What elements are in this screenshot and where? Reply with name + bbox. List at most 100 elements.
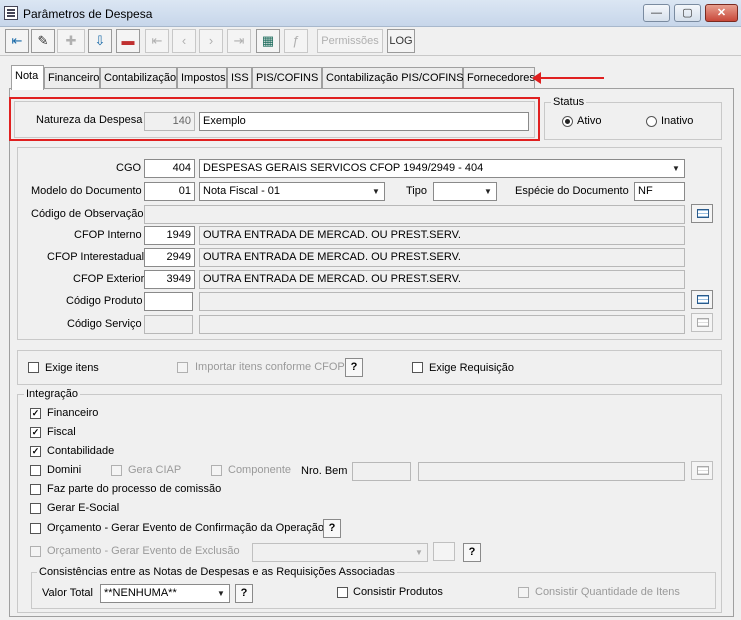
previous-record-icon[interactable]: ‹: [172, 29, 196, 53]
edit-icon[interactable]: ✎: [31, 29, 55, 53]
tab-contabilizacao-pis-cofins[interactable]: Contabilização PIS/COFINS: [322, 67, 464, 89]
especie-label: Espécie do Documento: [515, 185, 629, 197]
tab-impostos[interactable]: Impostos: [177, 67, 227, 89]
importar-itens-help-button[interactable]: ?: [345, 358, 363, 377]
especie-field[interactable]: NF: [634, 182, 685, 201]
next-record-icon[interactable]: ›: [199, 29, 223, 53]
add-icon[interactable]: ✚: [57, 29, 85, 53]
list-icon: [697, 466, 709, 475]
tab-fornecedores[interactable]: Fornecedores: [463, 67, 535, 89]
gera-ciap-label: Gera CIAP: [128, 464, 182, 476]
orcamento-exclusao-checkbox[interactable]: [30, 546, 41, 557]
importar-itens-checkbox[interactable]: [177, 362, 188, 373]
orcamento-exclusao-lookup-button[interactable]: [433, 542, 455, 561]
codigo-produto-label: Código Produto: [66, 295, 143, 307]
tab-pis-cofins[interactable]: PIS/COFINS: [252, 67, 322, 89]
permissoes-button[interactable]: Permissões: [317, 29, 383, 53]
esocial-checkbox[interactable]: [30, 503, 41, 514]
log-button[interactable]: LOG: [387, 29, 415, 53]
produto-lookup-button[interactable]: [691, 290, 713, 309]
observacao-label: Código de Observação: [31, 208, 144, 220]
cfop-exterior-code-field[interactable]: 3949: [144, 270, 195, 289]
orcamento-confirmacao-checkbox[interactable]: [30, 523, 41, 534]
save-icon[interactable]: ⇩: [88, 29, 112, 53]
modelo-select[interactable]: Nota Fiscal - 01 ▼: [199, 182, 385, 201]
cfop-exterior-label: CFOP Exterior: [73, 273, 145, 285]
tab-contabilizacao[interactable]: Contabilização: [100, 67, 177, 89]
minimize-button[interactable]: —: [643, 4, 670, 22]
orcamento-exclusao-label: Orçamento - Gerar Evento de Exclusão: [47, 545, 240, 557]
financeiro-label: Financeiro: [47, 407, 99, 419]
consistir-produtos-checkbox[interactable]: [337, 587, 348, 598]
exige-requisicao-label: Exige Requisição: [429, 362, 514, 374]
importar-itens-label: Importar itens conforme CFOP: [195, 361, 345, 373]
status-ativo-radio[interactable]: [562, 116, 573, 127]
esocial-label: Gerar E-Social: [47, 502, 120, 514]
window-title: Parâmetros de Despesa: [23, 7, 153, 21]
gera-ciap-checkbox[interactable]: [111, 465, 122, 476]
valor-total-select[interactable]: **NENHUMA** ▼: [100, 584, 230, 603]
codigo-servico-code-field[interactable]: [144, 315, 193, 334]
options-panel: [17, 350, 722, 385]
fiscal-checkbox[interactable]: ✓: [30, 427, 41, 438]
tab-financeiro[interactable]: Financeiro: [44, 67, 100, 89]
observacao-lookup-button[interactable]: [691, 204, 713, 223]
nro-bem-label: Nro. Bem: [301, 465, 348, 477]
status-inativo-radio[interactable]: [646, 116, 657, 127]
nro-bem-field[interactable]: [352, 462, 411, 481]
annotation-arrow: [532, 72, 604, 84]
cfop-interestadual-code-field[interactable]: 2949: [144, 248, 195, 267]
contabilidade-checkbox[interactable]: ✓: [30, 446, 41, 457]
status-ativo-label: Ativo: [577, 115, 602, 127]
codigo-produto-code-field[interactable]: [144, 292, 193, 311]
codigo-servico-description: [199, 315, 685, 334]
orcamento-confirmacao-help-button[interactable]: ?: [323, 519, 341, 538]
orcamento-exclusao-select[interactable]: ▼: [252, 543, 428, 562]
exit-icon[interactable]: ⇤: [5, 29, 29, 53]
nro-bem-lookup-button[interactable]: [691, 461, 713, 480]
first-record-icon[interactable]: ⇤: [145, 29, 169, 53]
componente-label: Componente: [228, 464, 291, 476]
chevron-down-icon: ▼: [217, 589, 225, 598]
consistencias-legend: Consistências entre as Notas de Despesas…: [37, 566, 397, 578]
modelo-select-value: Nota Fiscal - 01: [203, 185, 281, 197]
cfop-interno-code-field[interactable]: 1949: [144, 226, 195, 245]
grid-icon[interactable]: ▦: [256, 29, 280, 53]
domini-checkbox[interactable]: [30, 465, 41, 476]
orcamento-exclusao-help-button[interactable]: ?: [463, 543, 481, 562]
cfop-interno-description: OUTRA ENTRADA DE MERCAD. OU PREST.SERV.: [199, 226, 685, 245]
comissao-label: Faz parte do processo de comissão: [47, 483, 222, 495]
consistir-quantidade-checkbox[interactable]: [518, 587, 529, 598]
modelo-code-field[interactable]: 01: [144, 182, 195, 201]
observacao-field[interactable]: [144, 205, 685, 224]
list-icon: [697, 318, 709, 327]
componente-checkbox[interactable]: [211, 465, 222, 476]
close-button[interactable]: ✕: [705, 4, 738, 22]
consistir-quantidade-label: Consistir Quantidade de Itens: [535, 586, 680, 598]
cancel-icon[interactable]: ▬: [116, 29, 140, 53]
codigo-produto-description: [199, 292, 685, 311]
maximize-button[interactable]: ▢: [674, 4, 701, 22]
cfop-interestadual-description: OUTRA ENTRADA DE MERCAD. OU PREST.SERV.: [199, 248, 685, 267]
tab-nota[interactable]: Nota: [11, 65, 44, 90]
domini-label: Domini: [47, 464, 82, 476]
comissao-checkbox[interactable]: [30, 484, 41, 495]
financeiro-checkbox[interactable]: ✓: [30, 408, 41, 419]
last-record-icon[interactable]: ⇥: [227, 29, 251, 53]
function-icon[interactable]: ƒ: [284, 29, 308, 53]
exige-itens-label: Exige itens: [45, 362, 99, 374]
cgo-select[interactable]: DESPESAS GERAIS SERVICOS CFOP 1949/2949 …: [199, 159, 685, 178]
tipo-select[interactable]: ▼: [433, 182, 497, 201]
highlight-box: [9, 97, 540, 141]
exige-requisicao-checkbox[interactable]: [412, 362, 423, 373]
consistir-produtos-label: Consistir Produtos: [353, 586, 443, 598]
valor-total-help-button[interactable]: ?: [235, 584, 253, 603]
tab-iss[interactable]: ISS: [227, 67, 252, 89]
exige-itens-checkbox[interactable]: [28, 362, 39, 373]
orcamento-confirmacao-label: Orçamento - Gerar Evento de Confirmação …: [47, 522, 324, 534]
integracao-legend: Integração: [24, 388, 80, 400]
list-icon: [697, 295, 709, 304]
servico-lookup-button[interactable]: [691, 313, 713, 332]
cgo-code-field[interactable]: 404: [144, 159, 195, 178]
chevron-down-icon: ▼: [672, 164, 680, 173]
